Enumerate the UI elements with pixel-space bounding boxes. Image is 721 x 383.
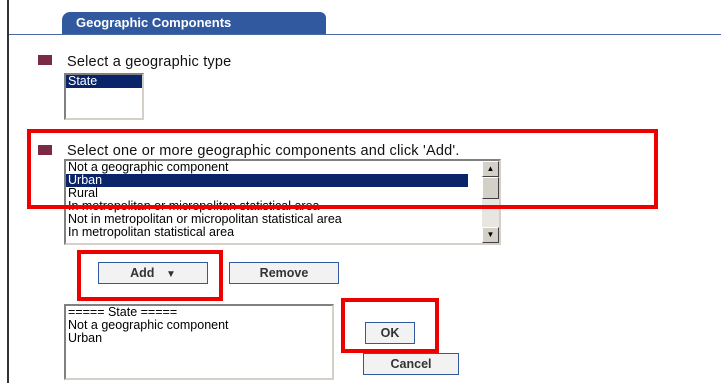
list-item[interactable]: Urban	[66, 332, 332, 345]
highlight-box-components	[27, 129, 658, 209]
list-item[interactable]: In metropolitan statistical area	[66, 226, 499, 239]
remove-button[interactable]: Remove	[229, 262, 339, 284]
cancel-button[interactable]: Cancel	[363, 353, 459, 375]
geographic-type-label: Select a geographic type	[67, 54, 232, 70]
window-left-border	[7, 0, 9, 383]
geographic-type-listbox[interactable]: State	[64, 73, 144, 120]
bullet-icon	[38, 55, 52, 65]
highlight-box-add	[77, 250, 223, 301]
geographic-type-option-state[interactable]: State	[66, 75, 142, 88]
list-item[interactable]: Not a geographic component	[66, 319, 332, 332]
scroll-down-icon[interactable]: ▼	[482, 227, 499, 243]
selected-components-listbox[interactable]: ===== State ===== Not a geographic compo…	[64, 304, 334, 380]
tab-underline	[9, 34, 721, 35]
highlight-box-ok	[341, 298, 439, 353]
tab-geographic-components[interactable]: Geographic Components	[62, 12, 326, 34]
